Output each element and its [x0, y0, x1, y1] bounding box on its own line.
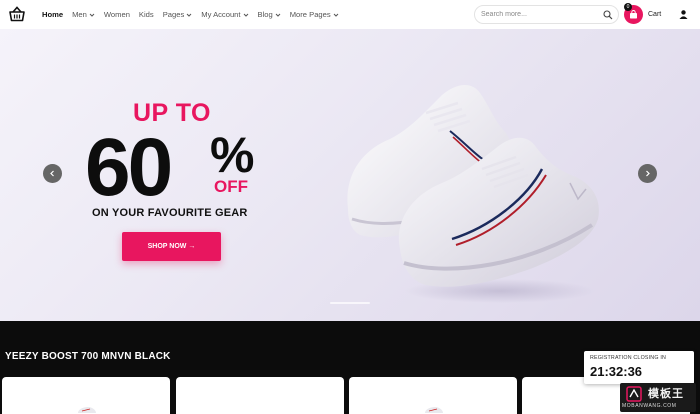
chevron-down-icon: [89, 13, 95, 17]
nav-item-label: My Account: [201, 10, 241, 19]
nav-item-label: Women: [103, 10, 130, 19]
nav-item-more-pages[interactable]: More Pages: [290, 10, 339, 19]
nav-item-blog[interactable]: Blog: [258, 10, 281, 19]
nav-item-kids[interactable]: Kids: [139, 10, 154, 19]
page: Home Men Women Kids Pages My Account Blog More …: [0, 0, 700, 414]
search-input[interactable]: [481, 11, 599, 18]
watermark-url: MOBANWANG.COM: [622, 403, 677, 409]
product-card[interactable]: [2, 377, 170, 414]
nav-item-label: Home: [42, 10, 64, 19]
registration-countdown: REGISTRATION CLOSING IN 21:32:36: [584, 351, 694, 384]
nav-item-home[interactable]: Home: [42, 10, 63, 19]
basket-logo-icon[interactable]: [8, 6, 26, 22]
cart-icon-circle: 0: [624, 3, 643, 24]
watermark-logo-icon: [626, 386, 642, 402]
hero-discount-number: 60: [85, 122, 173, 213]
cart-button[interactable]: 0 Cart: [624, 3, 662, 24]
cart-label: Cart: [648, 11, 662, 18]
search-icon[interactable]: [603, 10, 613, 20]
sneakers-image: [347, 84, 599, 303]
product-section-title: YEEZY BOOST 700 MNVN BLACK: [5, 351, 171, 362]
registration-timer: 21:32:36: [590, 364, 643, 379]
hero-banner: UP TO 60 % OFF ON YOUR FAVOURITE GEAR SH…: [0, 29, 700, 321]
shopping-bag-icon: [630, 10, 637, 19]
chevron-down-icon: [333, 13, 339, 17]
nav-item-label: Kids: [138, 10, 154, 19]
product-card[interactable]: [176, 377, 344, 414]
product-thumbnail: [78, 407, 96, 413]
hero-percent-sign: %: [210, 127, 255, 183]
product-thumbnail: [425, 407, 443, 413]
nav-item-women[interactable]: Women: [104, 10, 130, 19]
chevron-left-icon: [50, 170, 54, 177]
nav-item-label: Blog: [257, 10, 273, 19]
cart-count-badge: 0: [624, 3, 632, 11]
shop-now-button[interactable]: SHOP NOW →: [122, 232, 221, 261]
registration-label: REGISTRATION CLOSING IN: [590, 355, 667, 361]
nav-item-label: Pages: [162, 10, 185, 19]
slider-prev-button[interactable]: [43, 164, 62, 183]
slider-pagination[interactable]: [330, 302, 370, 304]
hero-off: OFF: [214, 177, 248, 196]
nav-item-my-account[interactable]: My Account: [201, 10, 248, 19]
chevron-down-icon: [275, 13, 281, 17]
product-card[interactable]: [349, 377, 517, 414]
hero-subtitle: ON YOUR FAVOURITE GEAR: [92, 207, 248, 219]
nav-item-men[interactable]: Men: [72, 10, 95, 19]
watermark-text: 模板王: [648, 388, 684, 400]
slider-next-button[interactable]: [638, 164, 657, 183]
chevron-down-icon: [186, 13, 192, 17]
user-account-icon[interactable]: [678, 9, 689, 20]
nav-item-label: Men: [72, 10, 87, 19]
nav-item-pages[interactable]: Pages: [163, 10, 193, 19]
nav-item-label: More Pages: [289, 10, 331, 19]
chevron-down-icon: [243, 13, 248, 17]
search-box: [474, 5, 619, 24]
chevron-right-icon: [646, 170, 650, 177]
watermark: 模板王 MOBANWANG.COM: [620, 383, 696, 412]
main-nav: Home Men Women Kids Pages My Account Blog More …: [42, 0, 339, 29]
site-header: Home Men Women Kids Pages My Account Blog More …: [0, 0, 700, 29]
